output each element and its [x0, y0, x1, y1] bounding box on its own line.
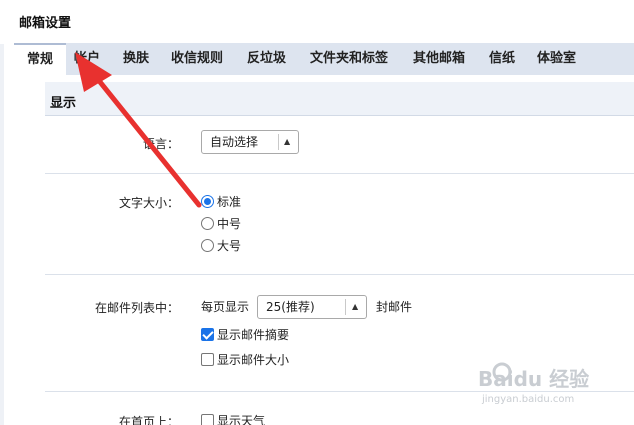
option-label: 大号 — [217, 239, 242, 253]
tab-general[interactable]: 常规 — [14, 43, 66, 75]
section-title: 显示 — [50, 96, 77, 111]
per-page-suffix: 封邮件 — [376, 300, 413, 314]
option-label: 标准 — [217, 195, 242, 209]
per-page-select-value: 25(推荐) — [266, 300, 315, 314]
page-title: 邮箱设置 — [19, 16, 72, 31]
tab-anti-spam[interactable]: 反垃圾 — [247, 43, 286, 75]
language-label: 语言： — [142, 137, 179, 151]
font-size-option-large[interactable]: 大号 — [201, 237, 241, 254]
mail-list-label: 在邮件列表中： — [94, 301, 179, 315]
chevron-updown-icon: ▲ — [352, 302, 359, 311]
language-select[interactable]: 自动选择 ▲ — [201, 130, 299, 154]
show-size-option[interactable]: 显示邮件大小 — [201, 351, 289, 368]
per-page-prefix: 每页显示 — [201, 300, 250, 314]
font-size-label: 文字大小： — [118, 196, 179, 210]
tab-account[interactable]: 帐户 — [74, 43, 100, 75]
tab-folders-labels[interactable]: 文件夹和标签 — [310, 43, 388, 75]
radio-unselected[interactable] — [201, 239, 214, 252]
section-header: 显示 — [45, 82, 634, 116]
font-size-option-medium[interactable]: 中号 — [201, 215, 241, 232]
tab-stationery[interactable]: 信纸 — [489, 43, 515, 75]
home-page-label: 在首页上： — [118, 415, 179, 425]
checkbox-unchecked[interactable] — [201, 414, 214, 425]
select-separator — [345, 299, 346, 315]
section-divider — [45, 274, 634, 275]
watermark-url: jingyan.baidu.com — [481, 394, 574, 405]
radio-selected[interactable] — [201, 195, 214, 208]
left-frame-rule — [0, 44, 4, 425]
checkbox-checked[interactable] — [201, 328, 214, 341]
chevron-updown-icon: ▲ — [284, 137, 291, 146]
radio-unselected[interactable] — [201, 217, 214, 230]
option-label: 中号 — [217, 217, 242, 231]
tab-other-mailboxes[interactable]: 其他邮箱 — [413, 43, 465, 75]
option-label: 显示邮件大小 — [217, 353, 290, 367]
settings-tab-bar: 常规 帐户 换肤 收信规则 反垃圾 文件夹和标签 其他邮箱 信纸 体验室 — [14, 43, 634, 75]
section-divider — [45, 173, 634, 174]
tab-receive-rules[interactable]: 收信规则 — [171, 43, 223, 75]
baidu-watermark: Baidu 经验 jingyan.baidu.com — [478, 362, 589, 405]
checkbox-unchecked[interactable] — [201, 353, 214, 366]
language-select-value: 自动选择 — [210, 135, 259, 149]
font-size-option-standard[interactable]: 标准 — [201, 193, 241, 210]
show-summary-option[interactable]: 显示邮件摘要 — [201, 326, 289, 343]
watermark-text: Baidu 经验 — [478, 367, 589, 391]
option-label: 显示天气 — [217, 414, 266, 425]
select-separator — [278, 134, 279, 150]
option-label: 显示邮件摘要 — [217, 328, 290, 342]
per-page-select[interactable]: 25(推荐) ▲ — [257, 295, 367, 319]
tab-lab[interactable]: 体验室 — [537, 43, 576, 75]
tab-skin[interactable]: 换肤 — [123, 43, 149, 75]
show-weather-option[interactable]: 显示天气 — [201, 412, 265, 425]
